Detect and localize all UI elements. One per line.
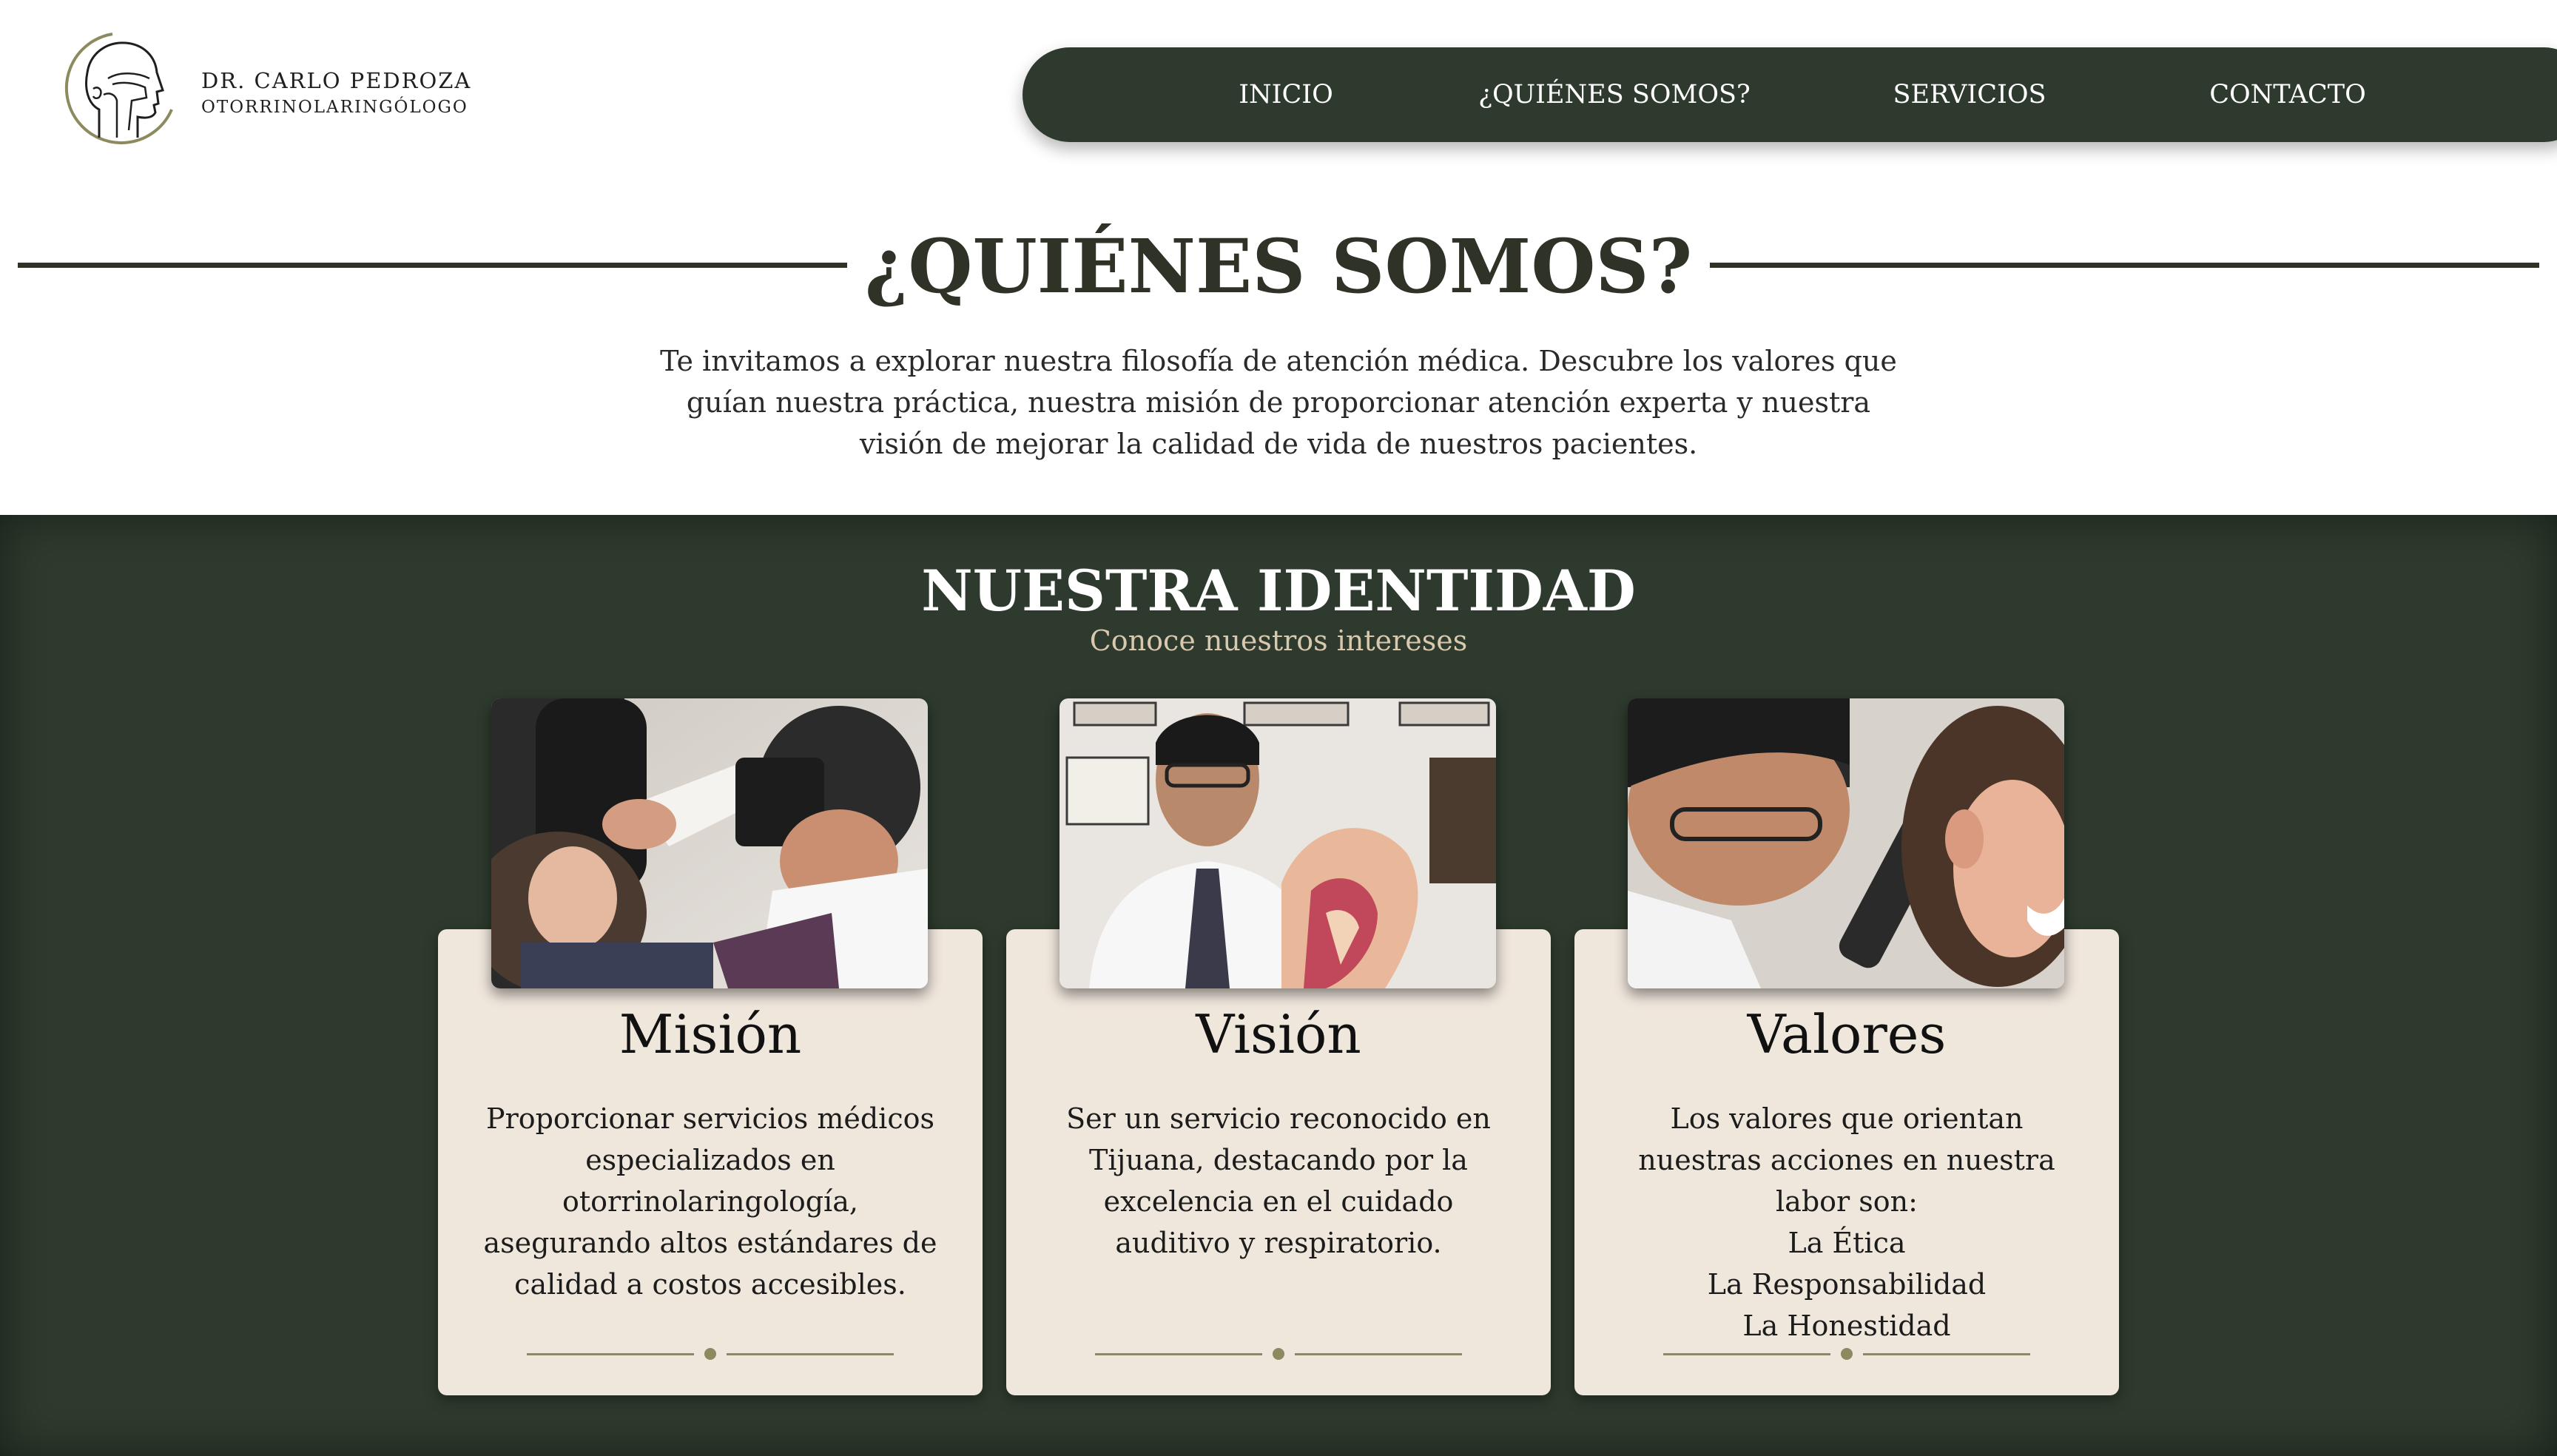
logo[interactable]: [61, 27, 176, 157]
card-vision: Visión Ser un servicio reconocido en Tij…: [1006, 929, 1551, 1395]
value-item: La Honestidad: [1742, 1310, 1951, 1342]
site-header: DR. CARLO PEDROZA OTORRINOLARINGÓLOGO IN…: [0, 0, 2557, 178]
divider-dot: [1841, 1348, 1853, 1360]
card-title: Misión: [619, 1003, 802, 1065]
card-divider: [1663, 1348, 2030, 1360]
nav-item-servicios[interactable]: SERVICIOS: [1844, 47, 2095, 142]
card-divider: [527, 1348, 894, 1360]
page-title-text: ¿QUIÉNES SOMOS?: [846, 223, 1711, 310]
otoscope-exam-photo: [1628, 698, 2064, 988]
card-text: Proporcionar servicios médicos especiali…: [475, 1098, 946, 1305]
card-text: Los valores que orientan nuestras accion…: [1611, 1098, 2082, 1347]
divider-dot: [704, 1348, 716, 1360]
card-title: Valores: [1747, 1003, 1947, 1065]
identity-subtitle: Conoce nuestros intereses: [1089, 624, 1468, 657]
card-text-body: Los valores que orientan nuestras accion…: [1638, 1102, 2055, 1218]
card-text-body: Proporcionar servicios médicos especiali…: [483, 1102, 937, 1301]
card-text-body: Ser un servicio reconocido en Tijuana, d…: [1066, 1102, 1491, 1259]
about-description: Te invitamos a explorar nuestra filosofí…: [660, 345, 1897, 460]
divider-dot: [1273, 1348, 1284, 1360]
page-title: ¿QUIÉNES SOMOS?: [18, 222, 2539, 311]
card-divider: [1095, 1348, 1462, 1360]
value-item: La Ética: [1788, 1227, 1906, 1259]
head-profile-icon: [64, 33, 173, 145]
nav-item-inicio[interactable]: INICIO: [1175, 47, 1397, 142]
brand-subtitle: OTORRINOLARINGÓLOGO: [201, 98, 468, 117]
doctor-portrait-photo: [1059, 698, 1496, 988]
brand-name: DR. CARLO PEDROZA: [201, 68, 472, 93]
main-nav: INICIO ¿QUIÉNES SOMOS? SERVICIOS CONTACT…: [1023, 47, 2557, 142]
identity-title: NUESTRA IDENTIDAD: [921, 558, 1636, 624]
nav-item-contacto[interactable]: CONTACTO: [2162, 47, 2413, 142]
ear-exam-photo: [491, 698, 928, 988]
card-title: Visión: [1196, 1003, 1361, 1065]
card-text: Ser un servicio reconocido en Tijuana, d…: [1043, 1098, 1514, 1264]
card-valores: Valores Los valores que orientan nuestra…: [1574, 929, 2119, 1395]
about-title-row: ¿QUIÉNES SOMOS?: [18, 222, 2539, 311]
card-mision: Misión Proporcionar servicios médicos es…: [438, 929, 983, 1395]
identity-section: NUESTRA IDENTIDAD Conoce nuestros intere…: [0, 515, 2557, 1456]
value-item: La Responsabilidad: [1707, 1268, 1987, 1301]
nav-item-quienes-somos[interactable]: ¿QUIÉNES SOMOS?: [1437, 47, 1792, 142]
